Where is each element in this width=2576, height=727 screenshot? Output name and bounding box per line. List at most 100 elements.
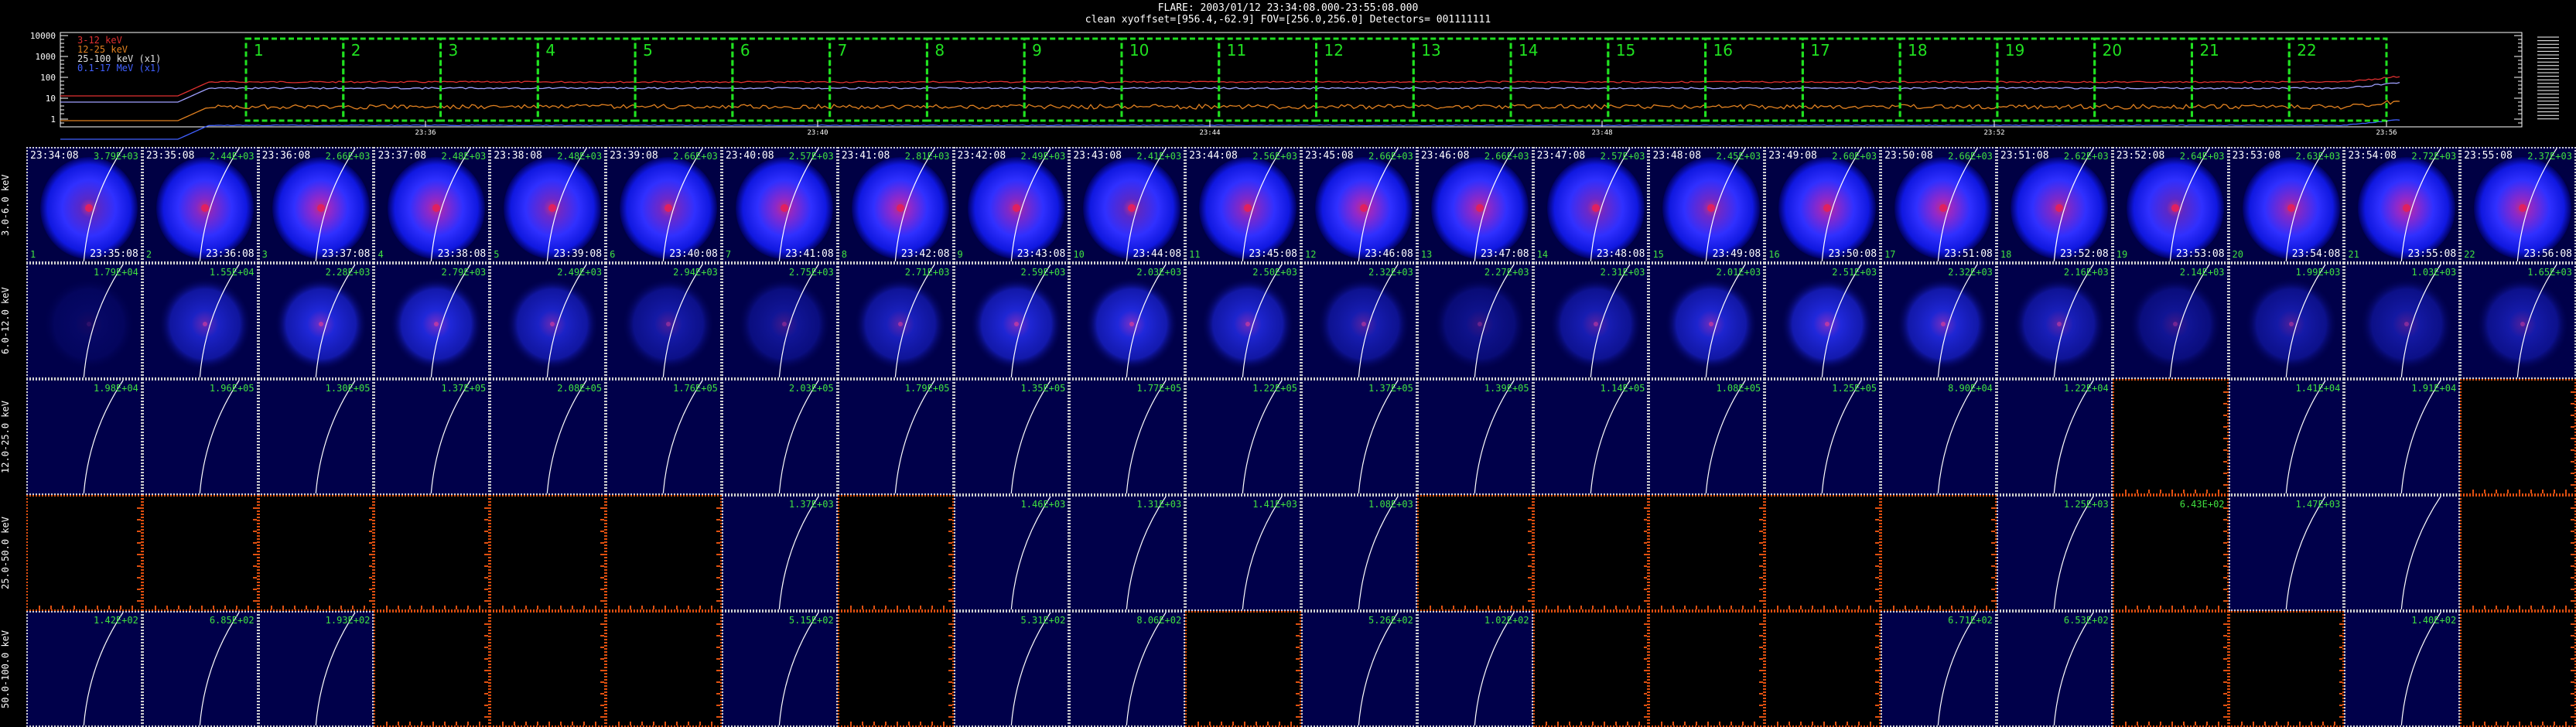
image-cell[interactable]: 2.71E+03 — [837, 263, 954, 379]
image-cell[interactable]: 1.98E+04 — [26, 379, 142, 495]
image-cell[interactable]: 1.39E+05 — [1416, 379, 1533, 495]
image-cell[interactable]: 1.30E+05 — [258, 379, 374, 495]
image-cell[interactable] — [26, 495, 142, 611]
image-cell[interactable] — [2228, 611, 2345, 727]
image-cell[interactable] — [490, 611, 606, 727]
image-cell[interactable] — [1532, 611, 1649, 727]
image-cell[interactable]: 2.03E+03 — [1069, 263, 1186, 379]
image-cell[interactable]: 2.16E+03 — [1996, 263, 2113, 379]
image-cell[interactable]: 1.96E+05 — [142, 379, 258, 495]
image-cell[interactable]: 23:54:08 23:55:08 21 2.72E+03 — [2344, 147, 2461, 263]
image-cell[interactable]: 2.50E+03 — [1185, 263, 1301, 379]
image-cell[interactable]: 2.01E+03 — [1648, 263, 1765, 379]
image-cell[interactable]: 1.47E+03 — [2228, 495, 2345, 611]
image-cell[interactable]: 1.76E+05 — [606, 379, 722, 495]
image-cell[interactable]: 5.26E+02 — [1301, 611, 1417, 727]
image-cell[interactable]: 2.28E+03 — [258, 263, 374, 379]
image-cell[interactable]: 1.25E+03 — [1996, 495, 2113, 611]
image-cell[interactable]: 8.06E+02 — [1069, 611, 1186, 727]
image-cell[interactable]: 1.31E+03 — [1069, 495, 1186, 611]
image-cell[interactable]: 1.91E+04 — [2344, 379, 2461, 495]
image-cell[interactable] — [1185, 611, 1301, 727]
image-cell[interactable]: 2.59E+03 — [953, 263, 1070, 379]
image-cell[interactable]: 23:49:08 23:50:08 16 2.60E+03 — [1765, 147, 1881, 263]
image-cell[interactable]: 2.79E+03 — [374, 263, 490, 379]
image-cell[interactable]: 8.90E+04 — [1881, 379, 1997, 495]
image-cell[interactable]: 1.37E+05 — [1301, 379, 1417, 495]
image-cell[interactable]: 23:53:08 23:54:08 20 2.63E+03 — [2228, 147, 2345, 263]
image-cell[interactable]: 23:48:08 23:49:08 15 2.45E+03 — [1648, 147, 1765, 263]
image-cell[interactable]: 1.79E+05 — [837, 379, 954, 495]
image-cell[interactable]: 6.53E+02 — [1996, 611, 2113, 727]
image-cell[interactable] — [837, 611, 954, 727]
image-cell[interactable]: 23:52:08 23:53:08 19 2.64E+03 — [2112, 147, 2229, 263]
image-cell[interactable]: 1.14E+05 — [1532, 379, 1649, 495]
image-cell[interactable] — [837, 495, 954, 611]
image-cell[interactable] — [258, 495, 374, 611]
image-cell[interactable]: 2.51E+03 — [1765, 263, 1881, 379]
image-cell[interactable]: 2.32E+03 — [1301, 263, 1417, 379]
image-cell[interactable]: 2.08E+05 — [490, 379, 606, 495]
image-cell[interactable] — [374, 495, 490, 611]
image-cell[interactable]: 23:51:08 23:52:08 18 2.62E+03 — [1996, 147, 2113, 263]
image-cell[interactable]: 1.22E+04 — [1996, 379, 2113, 495]
image-cell[interactable]: 1.77E+05 — [1069, 379, 1186, 495]
image-cell[interactable]: 23:55:08 23:56:08 22 2.37E+03 — [2460, 147, 2576, 263]
image-cell[interactable] — [142, 495, 258, 611]
image-cell[interactable]: 6.85E+02 — [142, 611, 258, 727]
image-cell[interactable] — [490, 495, 606, 611]
image-cell[interactable] — [1648, 495, 1765, 611]
image-cell[interactable]: 23:44:08 23:45:08 11 2.56E+03 — [1185, 147, 1301, 263]
image-cell[interactable]: 1.99E+03 — [2228, 263, 2345, 379]
image-cell[interactable]: 23:46:08 23:47:08 13 2.66E+03 — [1416, 147, 1533, 263]
image-cell[interactable]: 1.08E+03 — [1301, 495, 1417, 611]
image-cell[interactable]: 23:37:08 23:38:08 4 2.48E+03 — [374, 147, 490, 263]
image-cell[interactable]: 5.31E+02 — [953, 611, 1070, 727]
image-cell[interactable]: 23:35:08 23:36:08 2 2.44E+03 — [142, 147, 258, 263]
image-cell[interactable] — [2344, 495, 2461, 611]
image-cell[interactable]: 1.46E+03 — [953, 495, 1070, 611]
image-cell[interactable] — [374, 611, 490, 727]
image-cell[interactable] — [2460, 495, 2576, 611]
image-cell[interactable]: 1.37E+03 — [721, 495, 838, 611]
image-cell[interactable] — [1648, 611, 1765, 727]
image-cell[interactable]: 2.94E+03 — [606, 263, 722, 379]
image-cell[interactable]: 23:43:08 23:44:08 10 2.41E+03 — [1069, 147, 1186, 263]
image-cell[interactable] — [1881, 495, 1997, 611]
image-cell[interactable] — [606, 495, 722, 611]
image-cell[interactable]: 1.22E+05 — [1185, 379, 1301, 495]
image-cell[interactable]: 2.75E+03 — [721, 263, 838, 379]
image-cell[interactable]: 23:36:08 23:37:08 3 2.66E+03 — [258, 147, 374, 263]
image-cell[interactable]: 6.71E+02 — [1881, 611, 1997, 727]
image-cell[interactable]: 23:47:08 23:48:08 14 2.57E+03 — [1532, 147, 1649, 263]
image-cell[interactable]: 23:41:08 23:42:08 8 2.81E+03 — [837, 147, 954, 263]
image-cell[interactable] — [1765, 611, 1881, 727]
image-cell[interactable] — [2112, 611, 2229, 727]
image-cell[interactable]: 1.35E+05 — [953, 379, 1070, 495]
image-cell[interactable]: 1.08E+05 — [1648, 379, 1765, 495]
image-cell[interactable] — [606, 611, 722, 727]
image-cell[interactable]: 6.43E+02 — [2112, 495, 2229, 611]
image-cell[interactable]: 23:50:08 23:51:08 17 2.66E+03 — [1881, 147, 1997, 263]
image-cell[interactable]: 23:40:08 23:41:08 7 2.57E+03 — [721, 147, 838, 263]
image-cell[interactable]: 1.02E+02 — [1416, 611, 1533, 727]
image-cell[interactable]: 23:42:08 23:43:08 9 2.49E+03 — [953, 147, 1070, 263]
image-cell[interactable]: 1.93E+02 — [258, 611, 374, 727]
image-cell[interactable] — [2460, 611, 2576, 727]
image-cell[interactable]: 2.03E+05 — [721, 379, 838, 495]
image-cell[interactable]: 1.41E+04 — [2228, 379, 2345, 495]
image-cell[interactable]: 1.25E+05 — [1765, 379, 1881, 495]
image-cell[interactable]: 2.27E+03 — [1416, 263, 1533, 379]
image-cell[interactable]: 1.55E+04 — [142, 263, 258, 379]
image-cell[interactable] — [2112, 379, 2229, 495]
image-cell[interactable]: 1.03E+03 — [2344, 263, 2461, 379]
image-cell[interactable]: 23:45:08 23:46:08 12 2.66E+03 — [1301, 147, 1417, 263]
image-cell[interactable] — [1416, 495, 1533, 611]
image-cell[interactable]: 23:38:08 23:39:08 5 2.48E+03 — [490, 147, 606, 263]
image-cell[interactable]: 2.31E+03 — [1532, 263, 1649, 379]
image-cell[interactable]: 1.65E+03 — [2460, 263, 2576, 379]
image-cell[interactable]: 2.49E+03 — [490, 263, 606, 379]
image-cell[interactable]: 1.79E+04 — [26, 263, 142, 379]
image-cell[interactable]: 1.37E+05 — [374, 379, 490, 495]
image-cell[interactable]: 2.14E+03 — [2112, 263, 2229, 379]
